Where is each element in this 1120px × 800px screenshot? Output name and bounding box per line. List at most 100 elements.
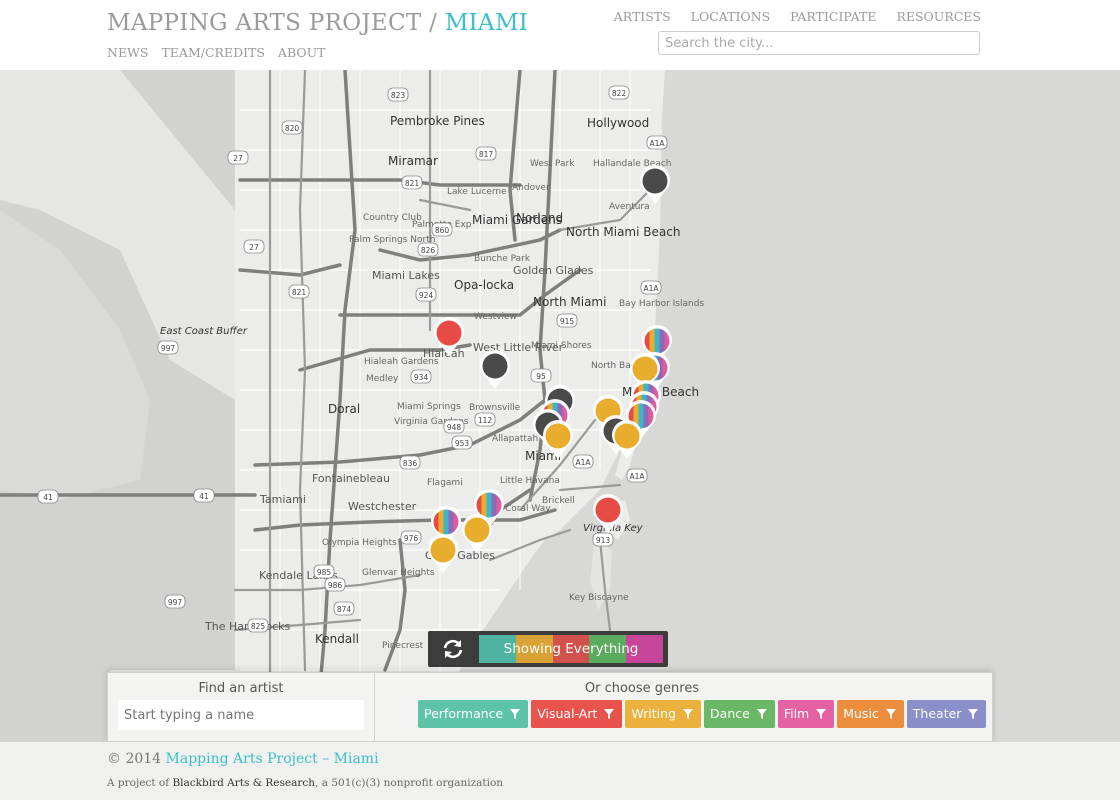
svg-text:823: 823 bbox=[391, 91, 406, 100]
route-shield: 934 bbox=[410, 369, 432, 384]
route-shield: 836 bbox=[399, 455, 421, 470]
project-link[interactable]: Mapping Arts Project – Miami bbox=[166, 751, 379, 767]
nav-artists[interactable]: ARTISTS bbox=[614, 9, 671, 24]
route-shield: 41 bbox=[193, 488, 215, 503]
map-label: Fontainebleau bbox=[312, 472, 390, 485]
route-shield: 976 bbox=[400, 530, 422, 545]
credit-suffix: , a 501(c)(3) nonprofit organization bbox=[315, 777, 504, 789]
org-name[interactable]: Blackbird Arts & Research bbox=[172, 777, 315, 789]
map-label: Westview bbox=[474, 312, 517, 322]
svg-text:874: 874 bbox=[337, 605, 352, 614]
genre-label: Music bbox=[843, 706, 879, 721]
credit-prefix: A project of bbox=[107, 777, 173, 789]
genre-label: Film bbox=[783, 706, 810, 721]
primary-nav: ARTISTS LOCATIONS PARTICIPATE RESOURCES bbox=[598, 9, 981, 24]
genre-label: Dance bbox=[710, 706, 750, 721]
svg-text:821: 821 bbox=[292, 288, 307, 297]
map-label: Pinecrest bbox=[382, 641, 424, 651]
map-label: Miami Shores bbox=[531, 341, 592, 351]
genre-button-theater[interactable]: Theater bbox=[906, 700, 987, 728]
route-shield: 95 bbox=[530, 368, 552, 383]
route-shield: 985 bbox=[313, 564, 335, 579]
find-artist-label: Find an artist bbox=[198, 681, 284, 696]
genre-button-visual-art[interactable]: Visual-Art bbox=[531, 700, 623, 728]
map-label: Westchester bbox=[348, 500, 417, 513]
map-label: Brickell bbox=[542, 496, 575, 506]
map-label: North Miami Beach bbox=[566, 225, 680, 239]
genre-label: Visual-Art bbox=[537, 706, 598, 721]
map-label: Aventura bbox=[609, 202, 650, 212]
route-shield: 997 bbox=[164, 594, 186, 609]
route-shield: A1A bbox=[572, 454, 594, 469]
filter-icon bbox=[885, 709, 896, 719]
map-label: Kendall bbox=[315, 632, 359, 646]
svg-text:95: 95 bbox=[536, 372, 546, 381]
svg-text:913: 913 bbox=[596, 536, 611, 545]
svg-text:27: 27 bbox=[233, 154, 243, 163]
genre-label: Writing bbox=[631, 706, 677, 721]
svg-text:820: 820 bbox=[285, 124, 300, 133]
nav-resources[interactable]: RESOURCES bbox=[896, 9, 981, 24]
genre-buttons: Performance Visual-Art Writing Dance Film Mus… bbox=[418, 700, 989, 728]
svg-text:860: 860 bbox=[435, 226, 450, 235]
route-shield: 915 bbox=[556, 313, 578, 328]
showing-filter-bar[interactable]: Showing Everything bbox=[428, 631, 668, 667]
filter-icon bbox=[510, 709, 521, 719]
genre-button-music[interactable]: Music bbox=[837, 700, 904, 728]
route-shield: 874 bbox=[333, 601, 355, 616]
site-footer: © 2014 Mapping Arts Project – Miami A pr… bbox=[0, 742, 1120, 800]
map-label: Opa-locka bbox=[454, 278, 514, 292]
refresh-icon[interactable] bbox=[428, 631, 478, 667]
map-label: Olympia Heights bbox=[322, 538, 397, 548]
site-header: MAPPING ARTS PROJECT / MIAMI NEWS TEAM/C… bbox=[0, 0, 1120, 70]
map-label: The Hammocks bbox=[204, 620, 291, 633]
map-label: Miami Springs bbox=[397, 402, 461, 412]
genre-button-performance[interactable]: Performance bbox=[418, 700, 529, 728]
route-shield: 823 bbox=[387, 87, 409, 102]
map-label: Glenvar Heights bbox=[362, 568, 435, 578]
city-search-input[interactable] bbox=[658, 31, 980, 55]
route-shield: 817 bbox=[475, 146, 497, 161]
nav-locations[interactable]: LOCATIONS bbox=[691, 9, 770, 24]
filter-icon bbox=[756, 709, 767, 719]
filter-icon bbox=[816, 709, 827, 719]
map-label: North Miami bbox=[533, 295, 606, 309]
route-shield: 913 bbox=[592, 532, 614, 547]
genre-button-writing[interactable]: Writing bbox=[625, 700, 702, 728]
svg-text:41: 41 bbox=[43, 493, 53, 502]
showing-label: Showing Everything bbox=[503, 641, 639, 657]
svg-text:A1A: A1A bbox=[643, 284, 659, 293]
genre-button-dance[interactable]: Dance bbox=[704, 700, 775, 728]
filter-icon bbox=[604, 709, 615, 719]
nav-team-credits[interactable]: TEAM/CREDITS bbox=[161, 45, 264, 60]
site-title-text: MAPPING ARTS PROJECT / bbox=[107, 10, 445, 36]
map-label: East Coast Buffer bbox=[160, 326, 248, 337]
map-label: Medley bbox=[366, 374, 399, 384]
route-shield: 948 bbox=[443, 419, 465, 434]
artist-name-input[interactable] bbox=[118, 700, 364, 730]
route-shield: 821 bbox=[401, 175, 423, 190]
route-shield: 860 bbox=[431, 222, 453, 237]
nav-news[interactable]: NEWS bbox=[107, 45, 148, 60]
svg-text:27: 27 bbox=[249, 243, 259, 252]
svg-text:112: 112 bbox=[478, 416, 493, 425]
svg-text:A1A: A1A bbox=[575, 458, 591, 467]
map-label: Bay Harbor Islands bbox=[619, 299, 704, 309]
site-title[interactable]: MAPPING ARTS PROJECT / MIAMI bbox=[107, 10, 528, 36]
svg-text:953: 953 bbox=[455, 439, 470, 448]
genre-section: Or choose genres Performance Visual-Art Wr… bbox=[375, 673, 992, 741]
nav-about[interactable]: ABOUT bbox=[278, 45, 326, 60]
copyright-text: © 2014 bbox=[107, 751, 166, 767]
svg-text:924: 924 bbox=[419, 291, 434, 300]
svg-text:948: 948 bbox=[447, 423, 462, 432]
route-shield: 41 bbox=[37, 489, 59, 504]
route-shield: 820 bbox=[281, 120, 303, 135]
nav-participate[interactable]: PARTICIPATE bbox=[790, 9, 876, 24]
svg-text:997: 997 bbox=[161, 344, 176, 353]
map-label: Lake Lucerne bbox=[447, 187, 507, 197]
genre-button-film[interactable]: Film bbox=[777, 700, 835, 728]
map-label: Miramar bbox=[388, 154, 438, 168]
map-label: Miami Lakes bbox=[372, 269, 440, 282]
svg-text:997: 997 bbox=[168, 598, 183, 607]
route-shield: 112 bbox=[474, 412, 496, 427]
